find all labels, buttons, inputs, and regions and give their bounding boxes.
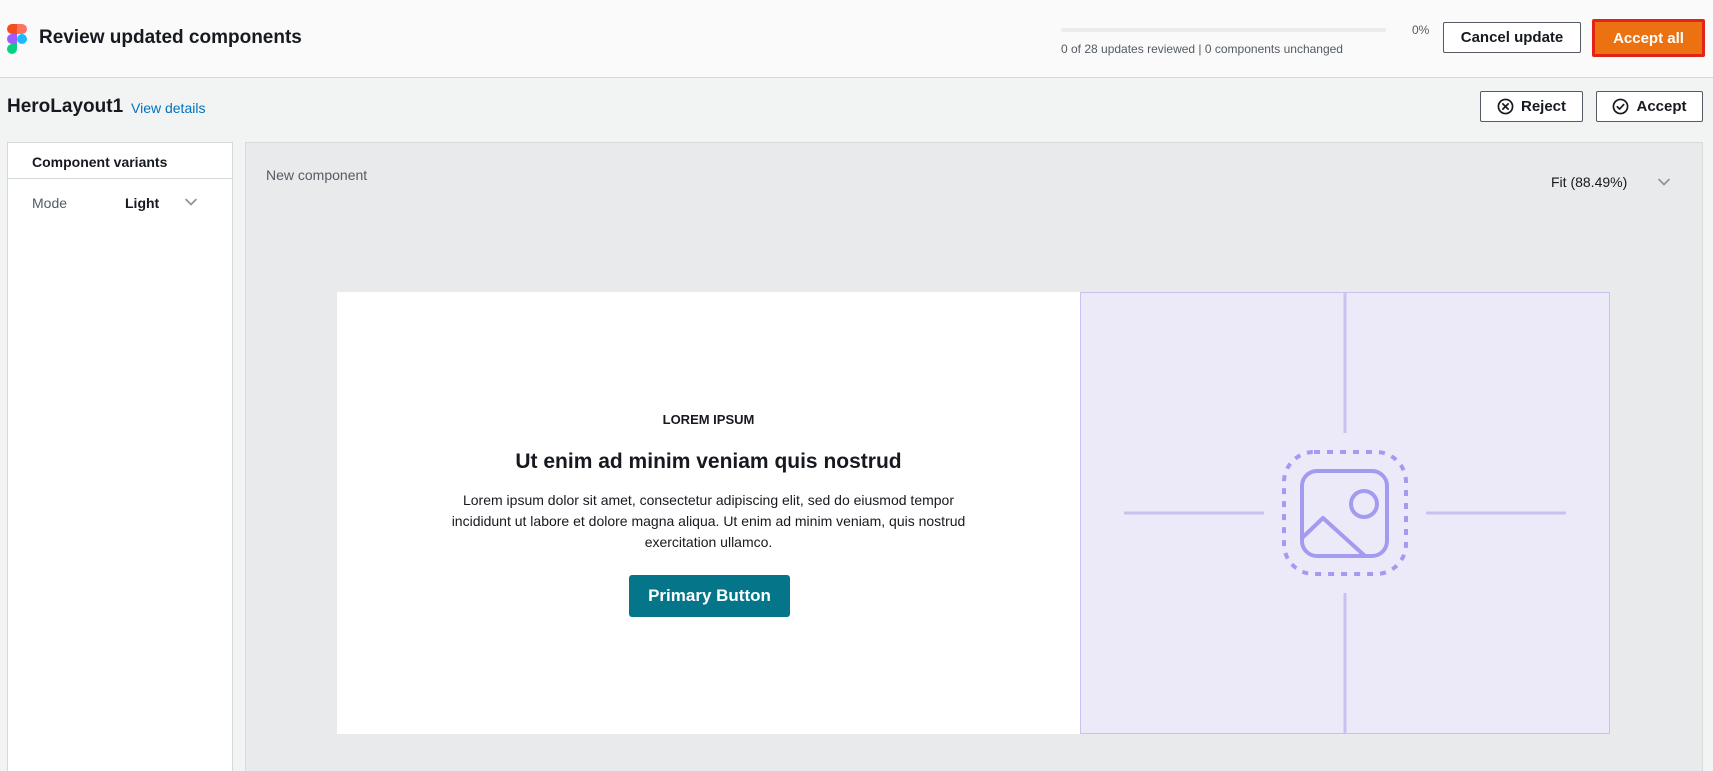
hero-heading: Ut enim ad minim veniam quis nostrud [515,450,902,473]
review-progress-bar [1061,28,1386,32]
progress-status-text: 0 of 28 updates reviewed | 0 components … [1061,42,1343,56]
figma-logo-icon [7,24,27,54]
hero-image-area [1080,292,1610,734]
image-placeholder-icon [1124,293,1566,733]
progress-percent: 0% [1412,23,1430,37]
hero-text-area: LOREM IPSUM Ut enim ad minim veniam quis… [337,292,1080,734]
chevron-down-icon[interactable] [184,195,198,209]
component-variants-panel: Component variants Mode Light [7,142,233,771]
preview-label: New component [266,167,368,183]
variants-panel-title: Component variants [8,143,232,179]
cancel-update-button[interactable]: Cancel update [1443,22,1581,53]
component-name: HeroLayout1 [7,96,124,117]
component-preview-panel: New component Fit (88.49%) LOREM IPSUM U… [245,142,1703,771]
hero-eyebrow: LOREM IPSUM [662,412,755,427]
hero-body-text: Lorem ipsum dolor sit amet, consectetur … [451,492,966,550]
accept-button[interactable]: Accept [1596,91,1703,122]
primary-button[interactable]: Primary Button [629,575,790,617]
top-bar: Review updated components 0% 0 of 28 upd… [0,0,1713,78]
chevron-down-icon[interactable] [1657,175,1671,189]
mode-selector[interactable]: Mode Light [8,179,232,221]
mode-label: Mode [32,195,68,211]
reject-button[interactable]: Reject [1480,91,1583,122]
x-circle-icon [1497,98,1514,115]
check-circle-icon [1613,98,1629,115]
accept-all-button[interactable]: Accept all [1592,19,1705,57]
page-title: Review updated components [39,27,302,48]
view-details-link[interactable]: View details [131,100,205,116]
reject-button-label: Reject [1520,98,1567,115]
mode-value[interactable]: Light [125,195,159,211]
accept-button-label: Accept [1636,98,1687,115]
zoom-selector[interactable]: Fit (88.49%) [1551,174,1627,190]
hero-layout-preview: LOREM IPSUM Ut enim ad minim veniam quis… [337,292,1610,734]
